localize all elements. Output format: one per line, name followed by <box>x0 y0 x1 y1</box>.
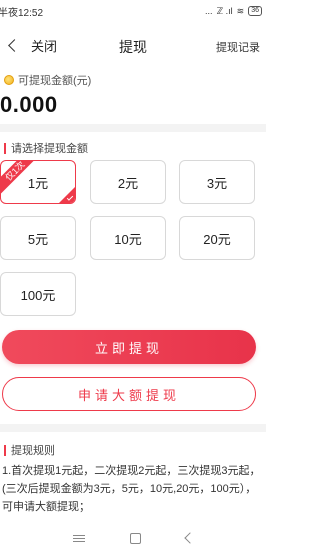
system-nav-bar <box>0 522 266 554</box>
amount-option-5[interactable]: 5元 <box>0 216 76 260</box>
section-accent-bar <box>4 444 6 456</box>
amount-option-2[interactable]: 2元 <box>90 160 166 204</box>
wifi-icon: ≋ <box>236 5 245 16</box>
apply-large-withdraw-button[interactable]: 申请大额提现 <box>2 377 256 411</box>
back-icon[interactable] <box>183 532 196 544</box>
balance-value: 0.000 <box>0 92 58 117</box>
select-amount-title: 请选择提现金额 <box>4 140 88 156</box>
amount-label: 5元 <box>27 231 49 247</box>
amount-option-100[interactable]: 100元 <box>0 272 76 316</box>
status-time: 半夜12:52 <box>0 7 44 19</box>
balance-label-row: 可提现金额(元) <box>4 72 91 88</box>
amount-label: 100元 <box>20 287 56 303</box>
select-amount-label: 请选择提现金额 <box>11 143 88 155</box>
more-dots-icon: ... <box>204 6 213 16</box>
menu-icon[interactable] <box>72 534 85 542</box>
coin-icon <box>4 75 14 85</box>
amount-label: 3元 <box>206 175 228 191</box>
divider <box>0 424 266 432</box>
amount-label: 10元 <box>114 231 142 247</box>
withdraw-now-button[interactable]: 立即提现 <box>2 330 256 364</box>
nav-bar: 关闭 提现 提现记录 <box>0 30 266 64</box>
divider <box>0 124 266 132</box>
amount-option-10[interactable]: 10元 <box>90 216 166 260</box>
battery-icon: 36 <box>248 6 262 16</box>
amount-option-1[interactable]: 仅1次 1元 <box>0 160 76 204</box>
signal-icon: ℤ .ıl <box>216 5 233 16</box>
amount-option-20[interactable]: 20元 <box>179 216 255 260</box>
withdraw-record-link[interactable]: 提现记录 <box>216 39 260 55</box>
rules-text: 1.首次提现1元起，二次提现2元起，三次提现3元起，(三次后提现金额为3元，5元… <box>2 465 261 513</box>
status-icons: ... ℤ .ıl ≋ 36 <box>205 6 262 17</box>
balance-label: 可提现金额(元) <box>18 75 92 87</box>
amount-label: 20元 <box>203 231 231 247</box>
amount-option-3[interactable]: 3元 <box>179 160 255 204</box>
amount-label: 1元 <box>27 175 49 191</box>
section-accent-bar <box>4 142 6 154</box>
rules-title-label: 提现规则 <box>11 445 55 457</box>
rules-title: 提现规则 <box>4 442 55 458</box>
amount-label: 2元 <box>117 175 139 191</box>
status-bar: 半夜12:52 ... ℤ .ıl ≋ 36 <box>0 0 266 22</box>
home-icon[interactable] <box>129 532 141 544</box>
